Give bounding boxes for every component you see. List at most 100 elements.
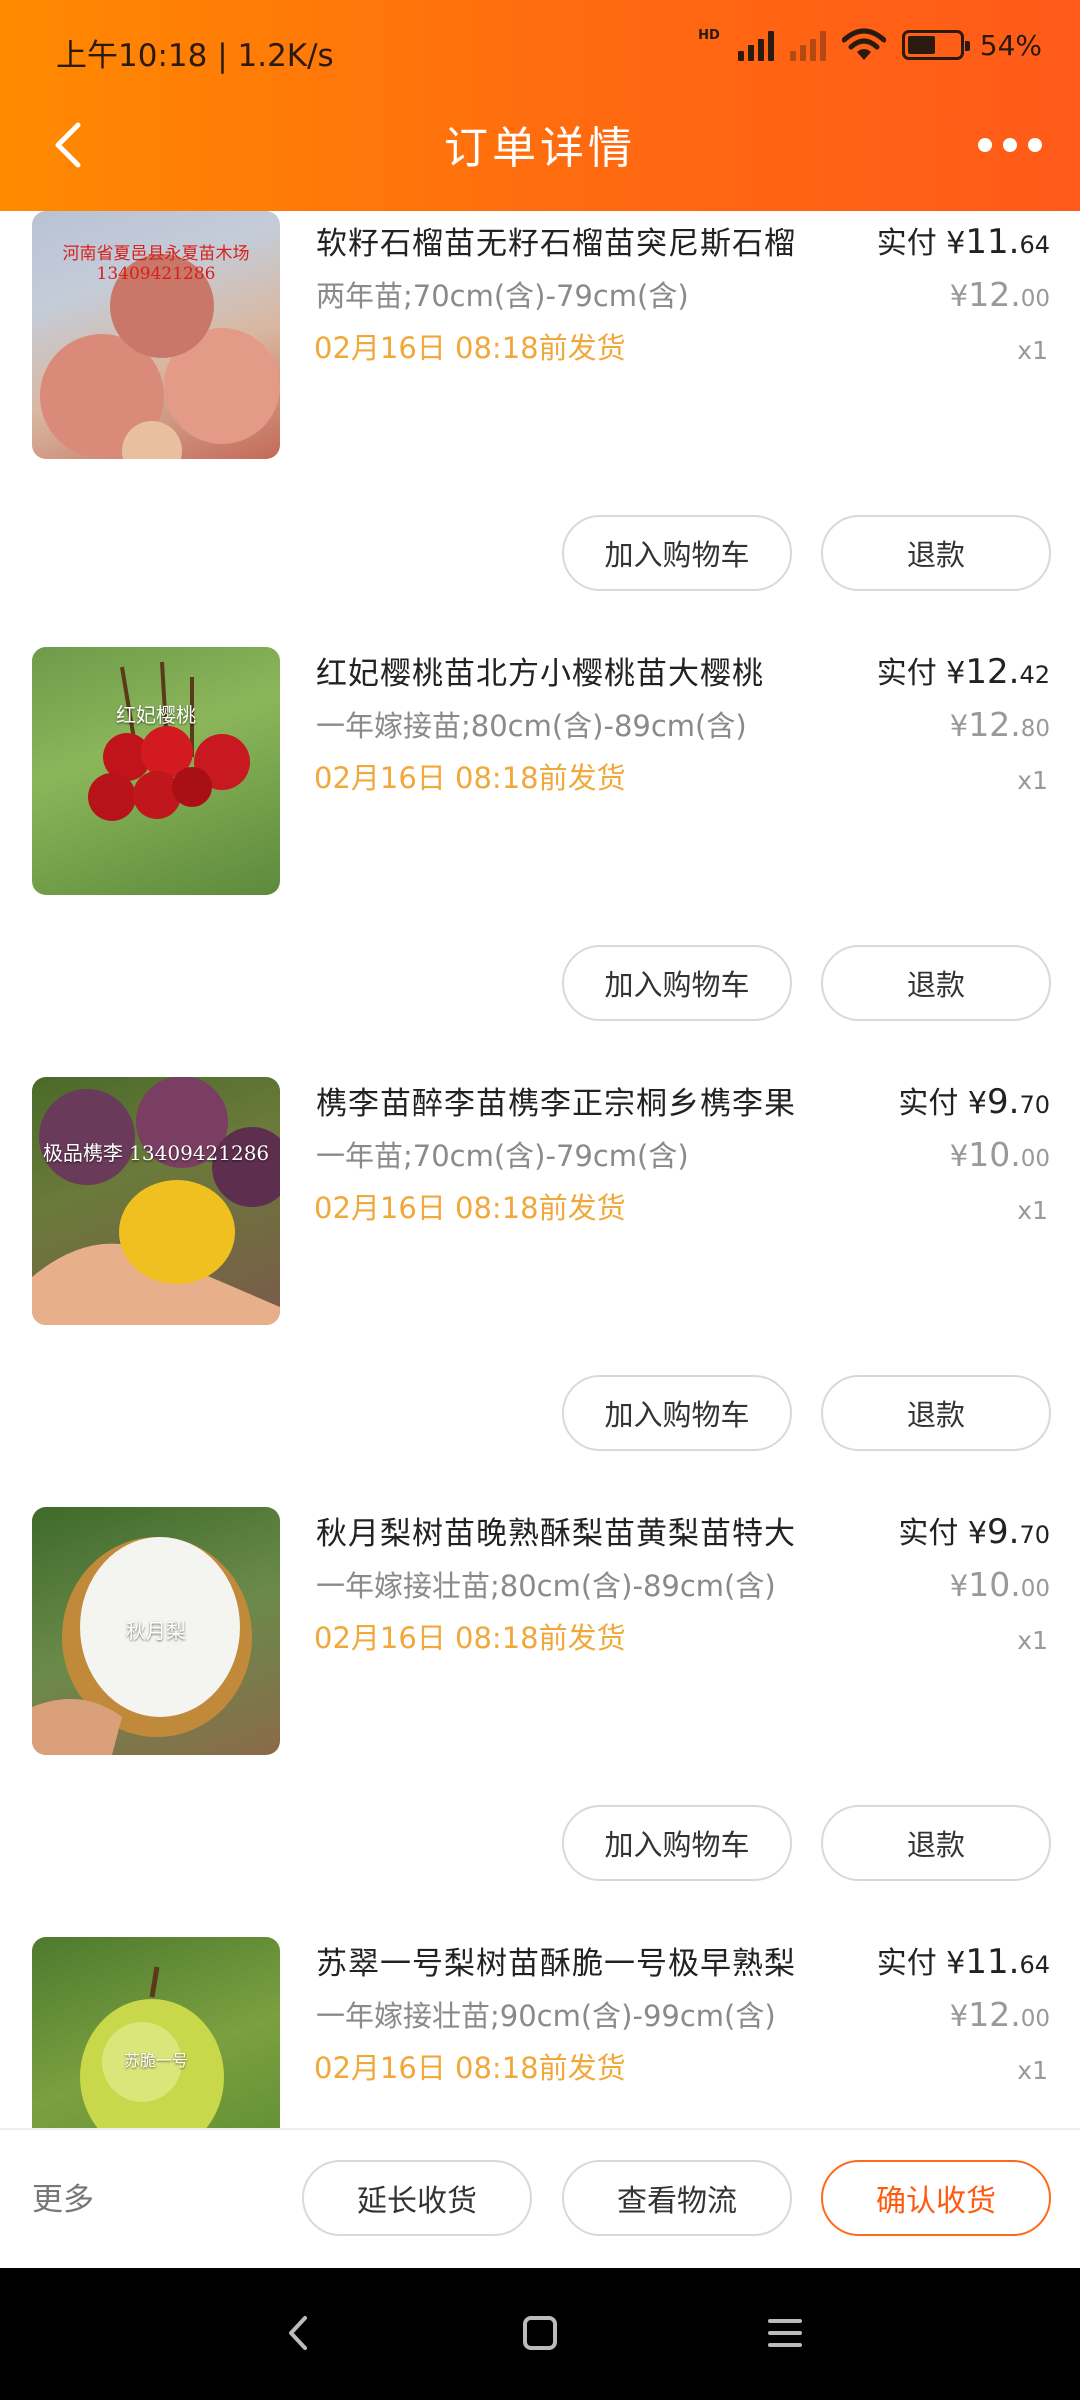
paid-price: 实付 ¥9.70 <box>898 1508 1050 1552</box>
add-to-cart-button[interactable]: 加入购物车 <box>562 515 792 591</box>
status-bar: 上午10:18 | 1.2K/s HD 54% <box>0 0 1080 105</box>
paid-label: 实付 <box>898 1086 959 1121</box>
paid-dec: 70 <box>1019 1521 1050 1549</box>
paid-int: 12. <box>965 652 1020 692</box>
paid-dec: 64 <box>1019 231 1050 259</box>
image-caption: 河南省夏邑县永夏苗木场 13409421286 <box>62 244 250 284</box>
paid-price: 实付 ¥12.42 <box>877 648 1050 692</box>
order-item-list: 河南省夏邑县永夏苗木场 13409421286 软籽石榴苗无籽石榴苗突尼斯石榴 … <box>0 211 1080 2128</box>
product-image[interactable]: 红妃樱桃 <box>32 647 280 895</box>
confirm-receipt-button[interactable]: 确认收货 <box>821 2160 1051 2236</box>
paid-dec: 70 <box>1019 1091 1050 1119</box>
signal-off-icon <box>789 29 826 61</box>
order-item: 苏脆一号 苏翠一号梨树苗酥脆一号极早熟梨 一年嫁接壮苗;90cm(含)-99cm… <box>0 1923 1080 2128</box>
wifi-icon <box>841 28 886 60</box>
product-spec: 一年嫁接壮苗;80cm(含)-89cm(含) <box>316 1569 776 1603</box>
currency-symbol: ¥ <box>949 1139 969 1173</box>
signal-icon <box>737 29 774 61</box>
app-header: 上午10:18 | 1.2K/s HD 54% 订单详情 <box>0 0 1080 211</box>
orig-dec: 00 <box>1020 286 1050 312</box>
product-image[interactable]: 河南省夏邑县永夏苗木场 13409421286 <box>32 211 280 459</box>
orig-int: 12. <box>968 705 1021 744</box>
product-title[interactable]: 软籽石榴苗无籽石榴苗突尼斯石榴 <box>316 218 796 263</box>
orig-dec: 00 <box>1020 2006 1050 2032</box>
refund-button[interactable]: 退款 <box>821 515 1051 591</box>
plum-image <box>32 1077 280 1325</box>
image-caption: 秋月梨 <box>126 1619 186 1643</box>
order-item: 红妃樱桃 红妃樱桃苗北方小樱桃苗大樱桃 一年嫁接苗;80cm(含)-89cm(含… <box>0 633 1080 1063</box>
battery-percent: 54% <box>979 28 1042 62</box>
currency-symbol: ¥ <box>949 1569 969 1603</box>
orig-int: 12. <box>968 1995 1021 2034</box>
ship-time: 02月16日 08:18前发货 <box>314 2051 626 2085</box>
nav-back-icon[interactable] <box>275 2308 325 2358</box>
paid-int: 9. <box>987 1512 1020 1552</box>
paid-label: 实付 <box>876 656 937 691</box>
system-nav-bar <box>0 2268 1080 2400</box>
battery-level <box>907 36 935 54</box>
refund-button[interactable]: 退款 <box>821 1805 1051 1881</box>
product-spec: 一年嫁接苗;80cm(含)-89cm(含) <box>316 709 747 743</box>
quantity: x1 <box>1017 766 1048 795</box>
product-title[interactable]: 红妃樱桃苗北方小樱桃苗大樱桃 <box>316 648 764 693</box>
currency-symbol: ¥ <box>949 1999 969 2033</box>
paid-dec: 42 <box>1019 661 1050 689</box>
orig-int: 10. <box>968 1565 1021 1604</box>
image-caption: 红妃樱桃 <box>116 703 196 727</box>
nav-menu-icon[interactable] <box>760 2308 810 2358</box>
refund-button[interactable]: 退款 <box>821 1375 1051 1451</box>
product-title[interactable]: 槜李苗醉李苗槜李正宗桐乡槜李果 <box>316 1078 796 1123</box>
currency-symbol: ¥ <box>949 279 969 313</box>
currency-symbol: ¥ <box>967 1516 987 1551</box>
quantity: x1 <box>1017 2056 1048 2085</box>
product-title[interactable]: 秋月梨树苗晚熟酥梨苗黄梨苗特大 <box>316 1508 796 1553</box>
order-item: 极品槜李 13409421286 槜李苗醉李苗槜李正宗桐乡槜李果 一年苗;70c… <box>0 1063 1080 1493</box>
add-to-cart-button[interactable]: 加入购物车 <box>562 945 792 1021</box>
more-dots-icon[interactable] <box>978 128 1042 162</box>
green-pear-image <box>80 1966 224 2128</box>
currency-symbol: ¥ <box>967 1086 987 1121</box>
original-price: ¥10.00 <box>950 1135 1050 1174</box>
currency-symbol: ¥ <box>946 226 966 261</box>
orig-dec: 80 <box>1020 716 1050 742</box>
orig-int: 12. <box>968 275 1021 314</box>
view-logistics-button[interactable]: 查看物流 <box>562 2160 792 2236</box>
image-caption: 极品槜李 13409421286 <box>42 1141 270 1165</box>
order-item: 秋月梨 秋月梨树苗晚熟酥梨苗黄梨苗特大 一年嫁接壮苗;80cm(含)-89cm(… <box>0 1493 1080 1923</box>
product-image[interactable]: 极品槜李 13409421286 <box>32 1077 280 1325</box>
paid-price: 实付 ¥11.64 <box>877 1938 1050 1982</box>
product-image[interactable]: 秋月梨 <box>32 1507 280 1755</box>
add-to-cart-button[interactable]: 加入购物车 <box>562 1805 792 1881</box>
page-title: 订单详情 <box>444 123 636 174</box>
original-price: ¥10.00 <box>950 1565 1050 1604</box>
bottom-action-bar: 更多 延长收货 查看物流 确认收货 <box>0 2128 1080 2268</box>
quantity: x1 <box>1017 1626 1048 1655</box>
quantity: x1 <box>1017 1196 1048 1225</box>
extend-receipt-button[interactable]: 延长收货 <box>302 2160 532 2236</box>
original-price: ¥12.00 <box>950 1995 1050 2034</box>
product-title[interactable]: 苏翠一号梨树苗酥脆一号极早熟梨 <box>316 1938 796 1983</box>
paid-dec: 64 <box>1019 1951 1050 1979</box>
product-spec: 一年苗;70cm(含)-79cm(含) <box>316 1139 689 1173</box>
ship-time: 02月16日 08:18前发货 <box>314 1191 626 1225</box>
paid-int: 9. <box>987 1082 1020 1122</box>
refund-button[interactable]: 退款 <box>821 945 1051 1021</box>
status-time: 上午10:18 | 1.2K/s <box>56 38 334 74</box>
paid-int: 11. <box>965 222 1020 262</box>
hd-label: HD <box>698 28 720 43</box>
nav-home-icon[interactable] <box>515 2308 565 2358</box>
add-to-cart-button[interactable]: 加入购物车 <box>562 1375 792 1451</box>
ship-time: 02月16日 08:18前发货 <box>314 1621 626 1655</box>
status-icons: HD 54% <box>698 28 1042 62</box>
product-image[interactable]: 苏脆一号 <box>32 1937 280 2128</box>
orig-int: 10. <box>968 1135 1021 1174</box>
cherry-image <box>88 661 250 821</box>
paid-int: 11. <box>965 1942 1020 1982</box>
paid-label: 实付 <box>876 226 937 261</box>
original-price: ¥12.80 <box>950 705 1050 744</box>
orig-dec: 00 <box>1020 1576 1050 1602</box>
paid-price: 实付 ¥9.70 <box>898 1078 1050 1122</box>
order-item: 河南省夏邑县永夏苗木场 13409421286 软籽石榴苗无籽石榴苗突尼斯石榴 … <box>0 211 1080 633</box>
more-link[interactable]: 更多 <box>32 2174 94 2219</box>
product-spec: 一年嫁接壮苗;90cm(含)-99cm(含) <box>316 1999 776 2033</box>
